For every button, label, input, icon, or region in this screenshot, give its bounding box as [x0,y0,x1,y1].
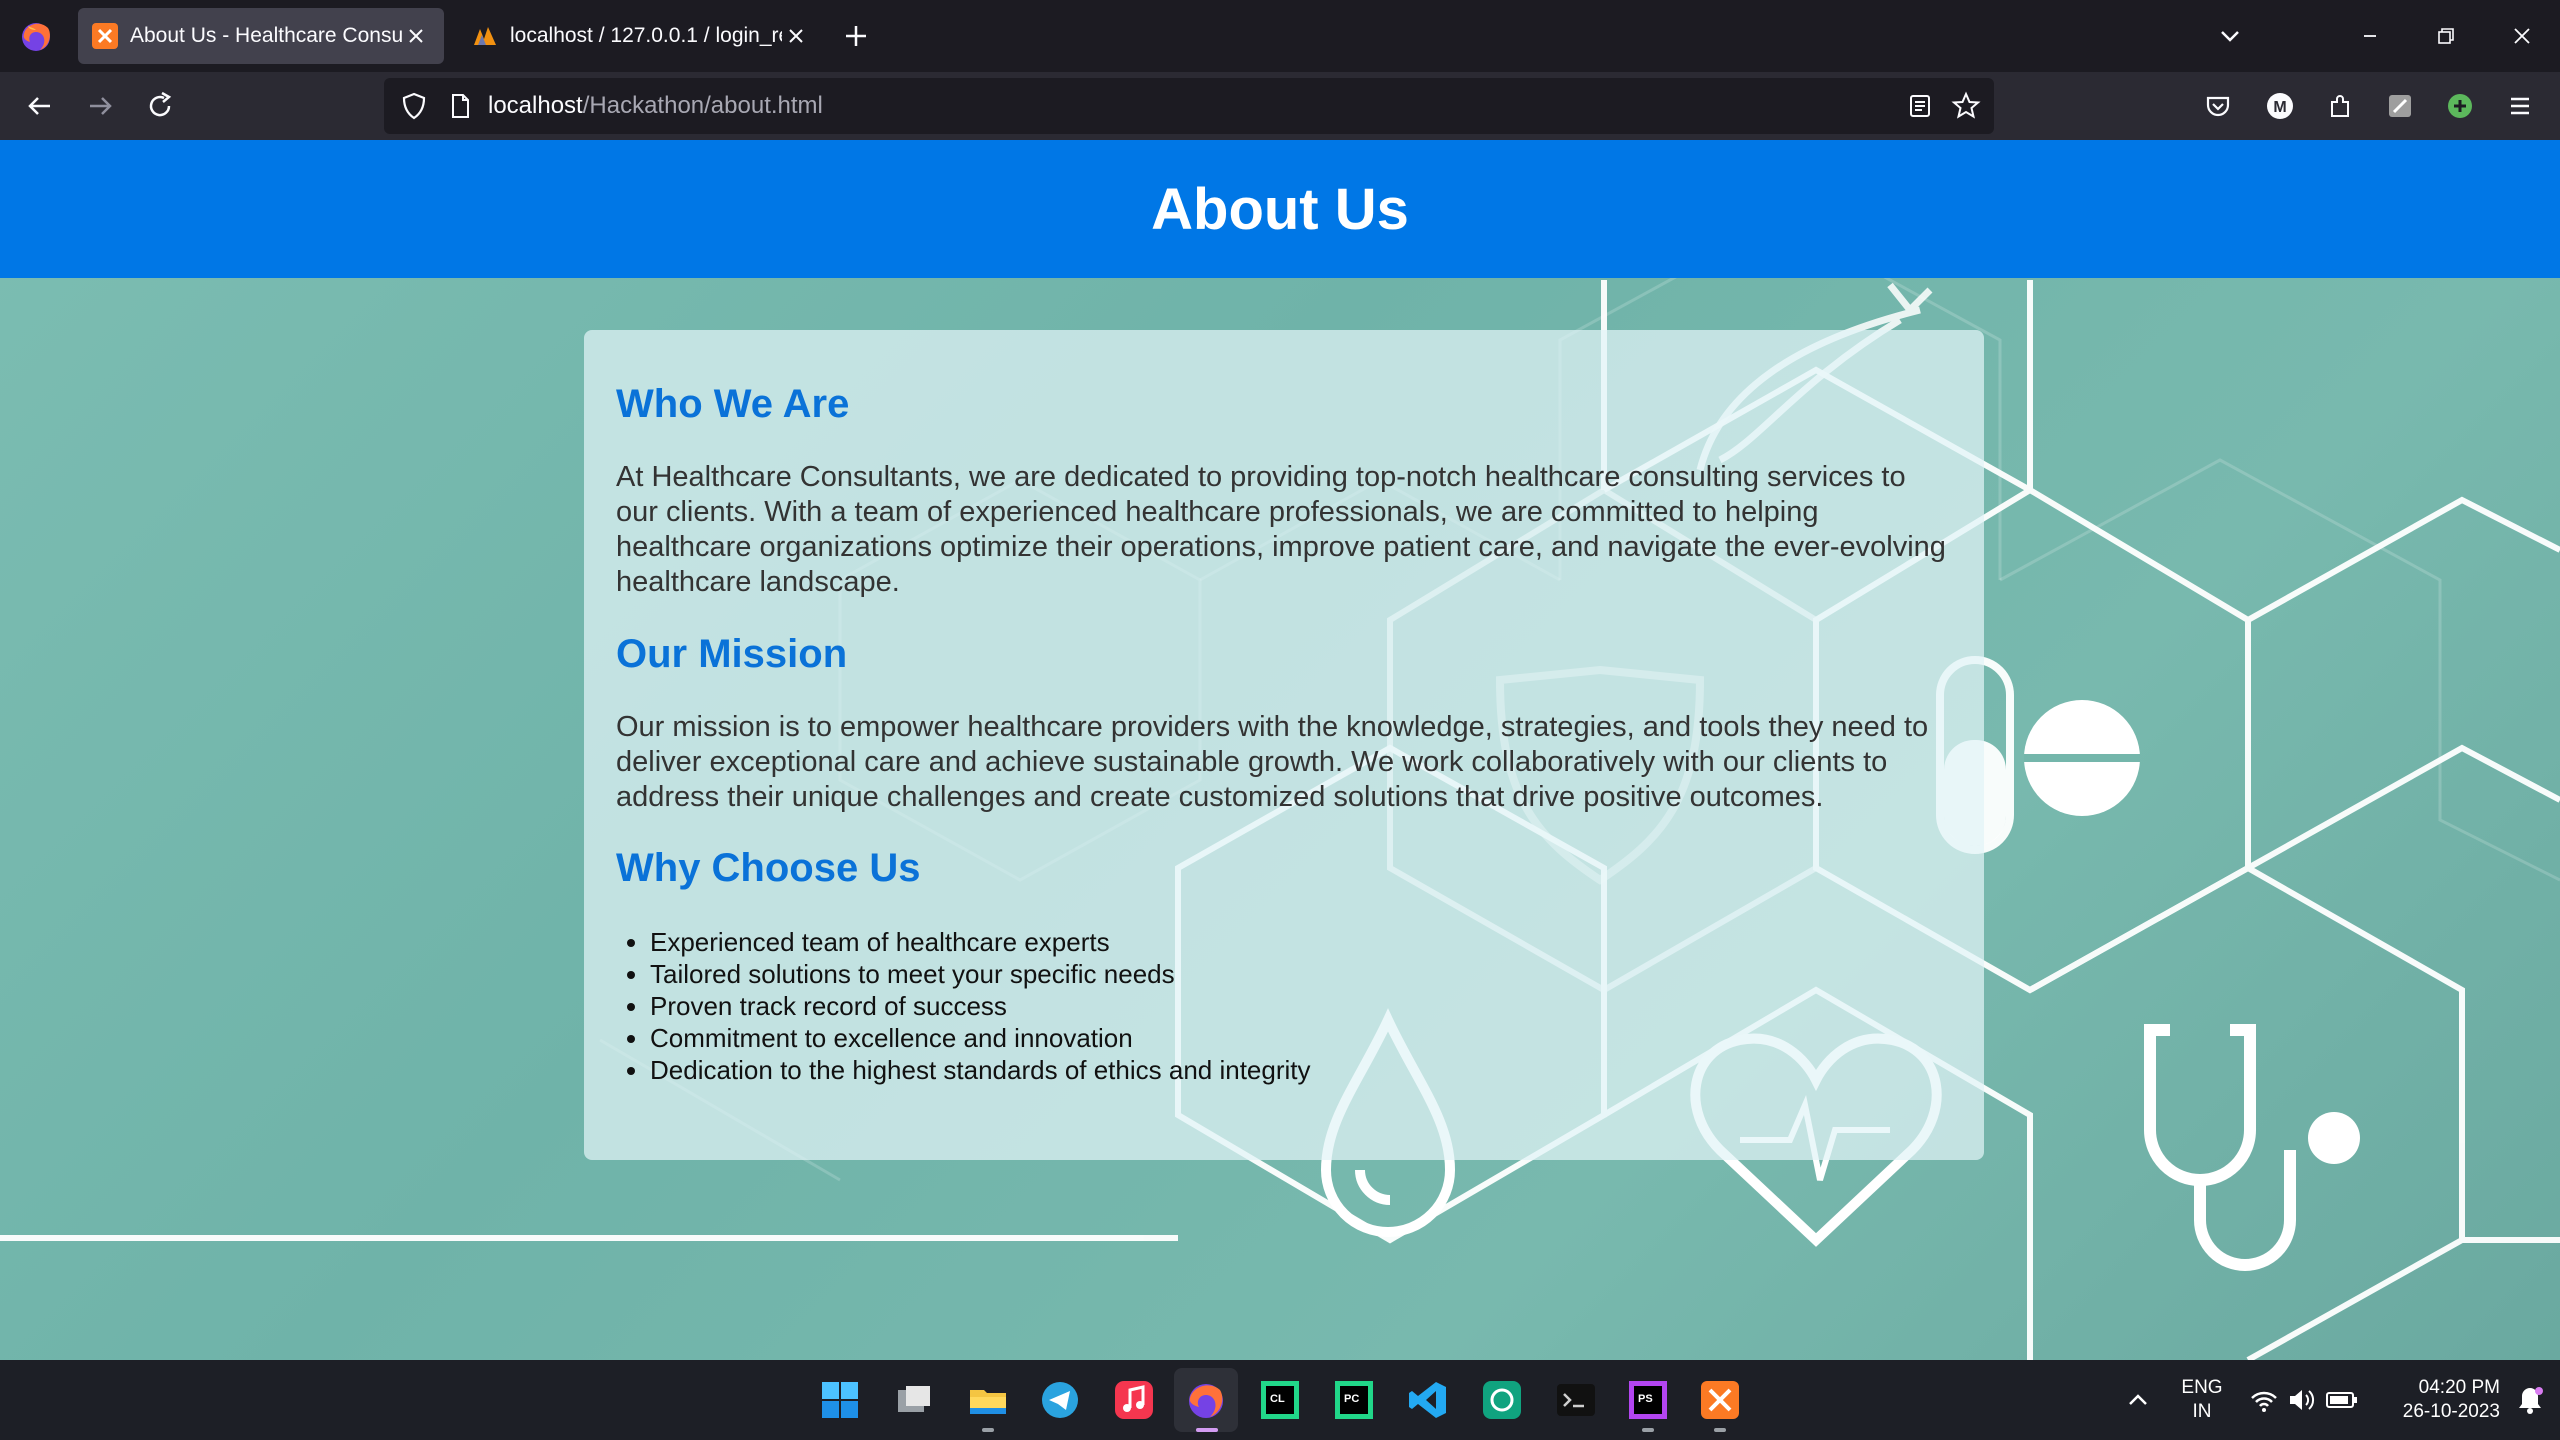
bookmark-star-icon[interactable] [1948,88,1984,124]
extension-plus-icon[interactable] [2442,88,2478,124]
svg-text:PC: PC [1344,1393,1359,1405]
new-tab-plus-icon[interactable] [838,18,874,54]
task-view-icon[interactable] [892,1378,936,1422]
tab-phpmyadmin[interactable]: localhost / 127.0.0.1 / login_reg [458,8,824,64]
pycharm-icon[interactable]: PC [1332,1378,1376,1422]
who-we-are-heading: Who We Are [616,382,850,426]
xampp-icon[interactable] [1698,1378,1742,1422]
tab-title: localhost / 127.0.0.1 / login_reg [510,24,782,47]
why-choose-us-heading: Why Choose Us [616,846,921,890]
tab-title: About Us - Healthcare Consulta [130,24,402,47]
page-title: About Us [1151,176,1409,242]
svg-text:CL: CL [1270,1393,1285,1405]
notification-bell-icon[interactable] [2508,1378,2552,1422]
telegram-icon[interactable] [1038,1378,1082,1422]
file-explorer-icon[interactable] [966,1378,1010,1422]
terminal-icon[interactable] [1554,1378,1598,1422]
our-mission-heading: Our Mission [616,632,848,676]
close-window-icon[interactable] [2504,18,2540,54]
about-content-card: Who We Are At Healthcare Consultants, we… [584,330,1984,1160]
windows-taskbar: CL PC PS ENG IN 04:20 PM 26-10-2023 [0,1360,2560,1440]
address-bar[interactable]: localhost/Hackathon/about.html [384,78,1994,134]
clock-time: 04:20 PM [2418,1377,2500,1398]
url-text[interactable]: localhost/Hackathon/about.html [488,92,823,120]
volume-icon[interactable] [2280,1378,2324,1422]
music-icon[interactable] [1112,1378,1156,1422]
page-viewport: About Us Who We Are At Healthcare Consul… [0,140,2560,1360]
back-arrow-icon[interactable] [22,88,58,124]
extensions-puzzle-icon[interactable] [2322,88,2358,124]
running-indicator [1714,1428,1726,1432]
extension-tile-icon[interactable] [2382,88,2418,124]
who-we-are-text: At Healthcare Consultants, we are dedica… [616,461,1946,598]
browser-tab-bar: About Us - Healthcare Consulta localhost… [0,0,2560,72]
url-host: localhost [488,92,583,119]
list-all-tabs-chevron-icon[interactable] [2212,18,2248,54]
page-header: About Us [0,140,2560,278]
minimize-icon[interactable] [2352,18,2388,54]
url-path: /Hackathon/about.html [582,92,823,119]
show-hidden-icons-chevron-icon[interactable] [2116,1378,2160,1422]
clock[interactable]: 04:20 PM 26-10-2023 [2370,1376,2500,1424]
reader-view-icon[interactable] [1902,88,1938,124]
firefox-menu-icon[interactable] [18,18,54,54]
forward-arrow-icon[interactable] [82,88,118,124]
why-choose-us-list: Experienced team of healthcare experts T… [616,926,1311,1086]
reload-icon[interactable] [142,88,178,124]
svg-text:PS: PS [1638,1393,1653,1405]
list-item: Tailored solutions to meet your specific… [650,958,1311,990]
region-code: IN [2192,1401,2212,1422]
list-item: Dedication to the highest standards of e… [650,1054,1311,1086]
vscode-icon[interactable] [1406,1378,1450,1422]
tab-about-us[interactable]: About Us - Healthcare Consulta [78,8,444,64]
language-code: ENG [2181,1377,2223,1398]
list-item: Experienced team of healthcare experts [650,926,1311,958]
list-item: Commitment to excellence and innovation [650,1022,1311,1054]
battery-icon[interactable] [2320,1378,2364,1422]
active-indicator [1196,1428,1218,1432]
hamburger-menu-icon[interactable] [2502,88,2538,124]
running-indicator [982,1428,994,1432]
clock-date: 26-10-2023 [2402,1401,2500,1422]
tab-close-icon[interactable] [402,22,430,50]
clion-icon[interactable]: CL [1258,1378,1302,1422]
chatgpt-icon[interactable] [1480,1378,1524,1422]
tab-close-icon[interactable] [782,22,810,50]
start-icon[interactable] [818,1378,862,1422]
account-avatar-icon[interactable]: M [2262,88,2298,124]
xampp-favicon-icon [92,23,118,49]
list-item: Proven track record of success [650,990,1311,1022]
page-info-icon[interactable] [442,88,478,124]
running-indicator [1642,1428,1654,1432]
restore-icon[interactable] [2428,18,2464,54]
language-indicator[interactable]: ENG IN [2172,1376,2232,1424]
phpmyadmin-favicon-icon [474,27,496,45]
our-mission-text: Our mission is to empower healthcare pro… [616,711,1929,813]
pocket-icon[interactable] [2200,88,2236,124]
phpstorm-icon[interactable]: PS [1626,1378,1670,1422]
browser-nav-bar: localhost/Hackathon/about.html M [0,72,2560,140]
shield-icon[interactable] [396,88,432,124]
firefox-icon[interactable] [1184,1378,1228,1422]
svg-text:M: M [2273,99,2286,116]
